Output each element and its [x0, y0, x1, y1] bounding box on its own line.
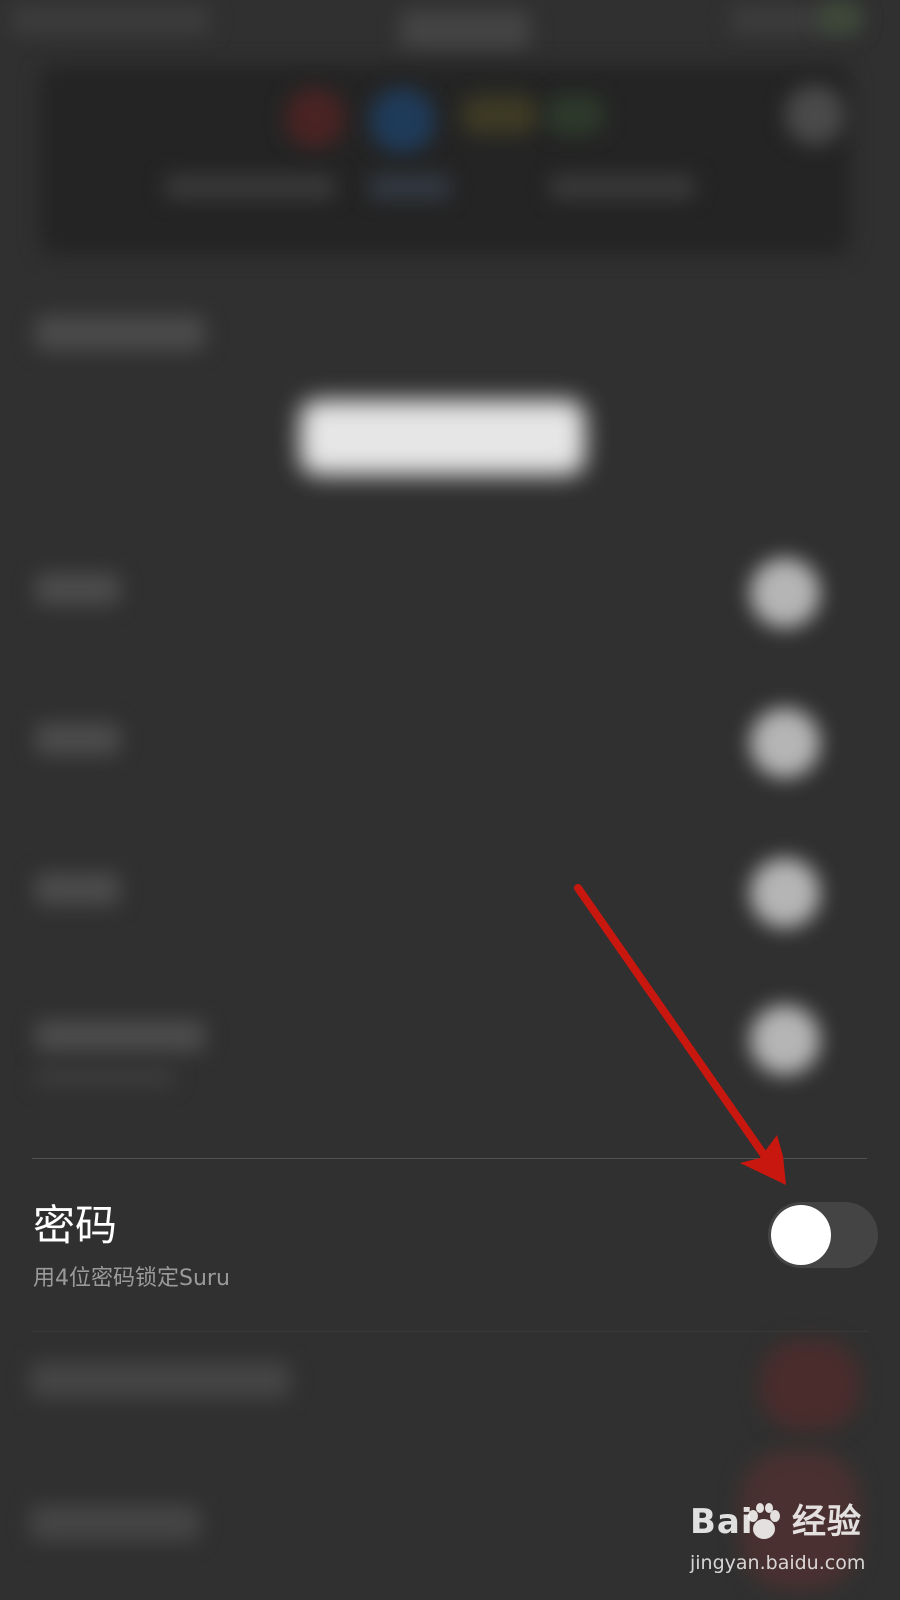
settings-screen: 密码 用4位密码锁定Suru Bai 经验 jingyan.baidu.com — [0, 0, 900, 1600]
setting-accent-blurred[interactable] — [760, 1340, 860, 1430]
toggle-blurred[interactable] — [750, 708, 820, 778]
password-toggle[interactable] — [768, 1202, 878, 1268]
top-card-label-blurred — [165, 175, 335, 199]
battery-icon-blurred — [820, 5, 860, 30]
status-bar-left-blurred — [10, 5, 210, 35]
status-bar-center-blurred — [400, 10, 530, 50]
segmented-control-blurred[interactable] — [300, 400, 585, 475]
color-option-blue-blurred[interactable] — [370, 88, 435, 153]
password-setting-row: 密码 用4位密码锁定Suru — [0, 1159, 900, 1331]
setting-label-blurred — [35, 873, 120, 905]
annotation-arrow-shaft — [574, 884, 777, 1172]
setting-label-blurred — [35, 1020, 205, 1052]
setting-label-blurred — [35, 723, 120, 755]
toggle-knob — [771, 1205, 831, 1265]
color-option-red-blurred[interactable] — [285, 88, 345, 148]
row-divider — [32, 1331, 867, 1332]
setting-subtitle-blurred — [35, 1068, 175, 1086]
section-title-blurred — [35, 315, 205, 351]
top-card-blurred — [40, 65, 850, 255]
top-card-label-blurred — [550, 175, 695, 199]
password-setting-subtitle: 用4位密码锁定Suru — [33, 1266, 230, 1291]
toggle-blurred[interactable] — [750, 558, 820, 628]
baidu-paw-icon — [748, 1503, 780, 1539]
top-card-button-blurred[interactable] — [785, 85, 845, 145]
setting-label-blurred — [30, 1505, 200, 1541]
color-option-yellow-blurred[interactable] — [460, 95, 540, 135]
baidu-jingyan-watermark: Bai 经验 jingyan.baidu.com — [690, 1500, 880, 1595]
toggle-blurred[interactable] — [750, 858, 820, 928]
color-option-green-blurred[interactable] — [545, 95, 605, 135]
setting-label-blurred — [35, 573, 120, 605]
setting-label-blurred — [30, 1362, 290, 1398]
toggle-blurred[interactable] — [750, 1005, 820, 1075]
top-card-label-blurred — [370, 175, 450, 199]
password-setting-title: 密码 — [33, 1201, 118, 1250]
watermark-url: jingyan.baidu.com — [690, 1552, 866, 1574]
